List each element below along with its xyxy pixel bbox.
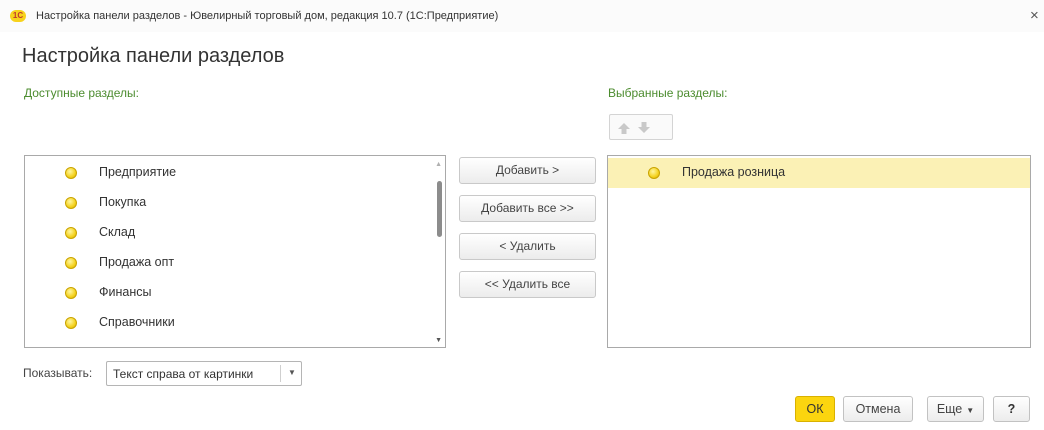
show-mode-label: Показывать:: [23, 366, 93, 380]
list-item[interactable]: Покупка: [25, 188, 445, 218]
list-item[interactable]: Предприятие: [25, 158, 445, 188]
list-item[interactable]: Справочники: [25, 308, 445, 338]
list-item-label: Справочники: [99, 315, 175, 329]
help-button[interactable]: ?: [993, 396, 1030, 422]
scrollbar-thumb[interactable]: [437, 181, 442, 237]
cancel-button[interactable]: Отмена: [843, 396, 913, 422]
list-item-label: Склад: [99, 225, 136, 239]
list-item[interactable]: Продажа опт: [25, 248, 445, 278]
page-title: Настройка панели разделов: [22, 45, 285, 67]
list-item[interactable]: Продажа розница: [608, 158, 1030, 188]
app-logo-icon: 1С: [10, 10, 26, 22]
yellow-circle-icon: [65, 197, 77, 209]
more-button-label: Еще: [936, 402, 963, 416]
list-item-label: Продажа опт: [99, 255, 175, 269]
show-mode-value: Текст справа от картинки: [113, 367, 254, 381]
window-titlebar: 1С Настройка панели разделов - Ювелирный…: [0, 0, 1044, 32]
more-button[interactable]: Еще ▼: [927, 396, 984, 422]
list-item-label: Финансы: [99, 285, 152, 299]
remove-button[interactable]: < Удалить: [459, 233, 596, 260]
add-button[interactable]: Добавить >: [459, 157, 596, 184]
close-icon[interactable]: ×: [1030, 7, 1039, 24]
chevron-down-icon: ▼: [966, 406, 975, 415]
yellow-circle-icon: [648, 167, 660, 179]
arrow-up-icon[interactable]: [617, 121, 631, 135]
list-item[interactable]: Финансы: [25, 278, 445, 308]
ok-button[interactable]: ОК: [795, 396, 835, 422]
selected-sections-list[interactable]: Продажа розница: [607, 155, 1031, 348]
chevron-down-icon[interactable]: ▼: [288, 368, 296, 377]
add-all-button[interactable]: Добавить все >>: [459, 195, 596, 222]
remove-all-button[interactable]: << Удалить все: [459, 271, 596, 298]
arrow-down-icon[interactable]: [637, 121, 651, 135]
yellow-circle-icon: [65, 317, 77, 329]
scroll-up-icon[interactable]: ▲: [435, 161, 442, 168]
list-item-label: Продажа розница: [682, 165, 786, 179]
yellow-circle-icon: [65, 287, 77, 299]
list-item-label: Покупка: [99, 195, 147, 209]
yellow-circle-icon: [65, 167, 77, 179]
available-sections-list[interactable]: Предприятие Покупка Склад Продажа опт Фи…: [24, 155, 446, 348]
scroll-down-icon[interactable]: ▼: [435, 337, 442, 344]
list-item[interactable]: Склад: [25, 218, 445, 248]
select-divider: [280, 365, 281, 382]
available-sections-label: Доступные разделы:: [24, 86, 140, 100]
order-arrows-panel: [609, 114, 673, 140]
list-item-label: Предприятие: [99, 165, 177, 179]
selected-sections-label: Выбранные разделы:: [608, 86, 728, 100]
window-title: Настройка панели разделов - Ювелирный то…: [36, 10, 499, 22]
show-mode-select[interactable]: Текст справа от картинки ▼: [106, 361, 302, 386]
yellow-circle-icon: [65, 227, 77, 239]
yellow-circle-icon: [65, 257, 77, 269]
